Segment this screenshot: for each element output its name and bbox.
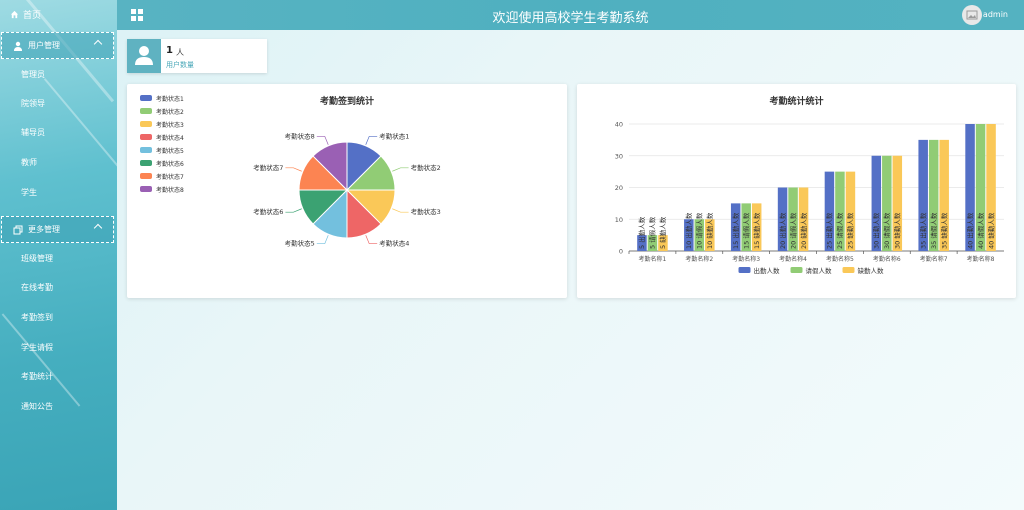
home-icon	[10, 10, 19, 18]
bar-data-label: 40 出勤人数	[965, 212, 974, 249]
x-tick-label: 考勤名称3	[732, 255, 760, 263]
sidebar: 首页 用户管理 管理员 院领导 辅导员 教师 学生 更多管理 班级管理 在线考勤…	[0, 0, 117, 510]
bar-data-label: 10 缺勤人数	[705, 212, 714, 249]
bar-data-label: 25 出勤人数	[825, 212, 834, 249]
pie-label-line	[365, 235, 378, 244]
bar-chart: 0102030405 出勤人数 5 请假人数 5 缺勤人数考勤名称110 出勤人数 1…	[615, 121, 1004, 275]
sidebar-item-college-leader[interactable]: 院领导	[21, 98, 45, 112]
bar-legend-swatch[interactable]	[842, 267, 855, 273]
y-tick-label: 40	[615, 121, 623, 129]
bar-data-label: 35 请假人数	[929, 212, 938, 249]
bar-legend-label[interactable]: 缺勤人数	[858, 266, 885, 275]
sidebar-item-label: 首页	[23, 10, 42, 21]
sidebar-item-student[interactable]: 学生	[21, 187, 37, 201]
bar-data-label: 10 出勤人数	[684, 212, 693, 249]
bar-data-label: 5 请假人数	[648, 216, 657, 249]
pie-slice-label: 考勤状态4	[379, 239, 409, 248]
sidebar-item-teacher[interactable]: 教师	[21, 157, 37, 171]
bar-data-label: 30 出勤人数	[872, 212, 881, 249]
image-icon	[966, 10, 978, 20]
x-tick-label: 考勤名称7	[920, 255, 948, 263]
sidebar-item-class-management[interactable]: 班级管理	[21, 253, 53, 267]
pie-slice-label: 考勤状态8	[285, 131, 315, 140]
sidebar-item-attendance-signin[interactable]: 考勤签到	[21, 312, 53, 326]
bar-data-label: 20 请假人数	[788, 212, 797, 249]
y-tick-label: 10	[615, 216, 623, 224]
x-tick-label: 考勤名称8	[967, 255, 995, 263]
pie-slice-label: 考勤状态1	[379, 131, 409, 140]
sidebar-group-label: 用户管理	[28, 41, 60, 50]
y-tick-label: 30	[615, 152, 623, 160]
pie-label-line	[392, 167, 409, 172]
pie-label-line	[316, 136, 329, 145]
user-count-card: 1 人 用户数量	[127, 39, 267, 73]
user-card-icon-box	[127, 39, 161, 73]
page-title: 欢迎使用高校学生考勤系统	[492, 11, 649, 26]
bar-data-label: 15 请假人数	[741, 212, 750, 249]
x-tick-label: 考勤名称4	[779, 255, 807, 263]
user-icon	[14, 41, 22, 51]
sidebar-item-notice[interactable]: 通知公告	[21, 401, 53, 415]
attendance-statistics-chart-panel: 考勤统计统计 0 10 20 30 40 5 出勤人数 5 请假人数 5 缺勤人数 考勤名称1 1…	[577, 84, 1016, 298]
bar-legend-swatch[interactable]	[738, 267, 751, 273]
pie-label-line	[285, 208, 302, 213]
pie-chart: 考勤状态1 考勤状态2 考勤状态3 考勤状态4 考勤状态5 考勤状态6 考勤状态7 考勤状态8	[253, 131, 441, 248]
bar-data-label: 40 缺勤人数	[986, 212, 995, 249]
sidebar-decoration	[43, 78, 117, 202]
sidebar-item-online-attendance[interactable]: 在线考勤	[21, 282, 53, 296]
chevron-up-icon	[93, 223, 103, 233]
x-tick-label: 考勤名称6	[873, 255, 901, 263]
pie-slice-label: 考勤状态6	[253, 207, 283, 216]
bar-legend-label[interactable]: 请假人数	[806, 266, 833, 275]
bar-data-label: 5 出勤人数	[637, 216, 646, 249]
avatar[interactable]	[962, 5, 982, 25]
user-name[interactable]: admin	[983, 10, 1008, 19]
sidebar-item-admin[interactable]: 管理员	[21, 69, 45, 83]
sidebar-group-more-management[interactable]: 更多管理	[1, 216, 114, 243]
chevron-up-icon	[93, 39, 103, 49]
pie-label-line	[285, 167, 302, 172]
bar-data-label: 25 请假人数	[835, 212, 844, 249]
bar-data-label: 20 缺勤人数	[799, 212, 808, 249]
pie-slice-label: 考勤状态7	[253, 163, 283, 172]
sidebar-group-user-management[interactable]: 用户管理	[1, 32, 114, 59]
pie-label-line	[392, 208, 409, 213]
pie-slice-label: 考勤状态5	[285, 239, 315, 248]
sidebar-decoration	[1, 313, 81, 407]
pie-label-line	[316, 235, 329, 244]
x-tick-label: 考勤名称2	[685, 255, 713, 263]
user-icon	[135, 46, 153, 65]
bar-data-label: 15 缺勤人数	[752, 212, 761, 249]
bar-data-label: 20 出勤人数	[778, 212, 787, 249]
y-tick-label: 20	[615, 184, 623, 192]
bar-data-label: 35 缺勤人数	[939, 212, 948, 249]
bar-legend-swatch[interactable]	[790, 267, 803, 273]
user-count-label: 用户数量	[166, 61, 194, 69]
user-count-unit: 人	[176, 48, 184, 57]
sidebar-group-label: 更多管理	[28, 225, 60, 234]
bar-data-label: 10 请假人数	[695, 212, 704, 249]
sidebar-item-student-leave[interactable]: 学生请假	[21, 342, 53, 356]
bar-legend-label[interactable]: 出勤人数	[754, 266, 781, 275]
copy-icon	[13, 225, 23, 234]
bar-data-label: 35 出勤人数	[918, 212, 927, 249]
x-tick-label: 考勤名称1	[639, 255, 667, 263]
bar-data-label: 30 请假人数	[882, 212, 891, 249]
sidebar-item-counselor[interactable]: 辅导员	[21, 127, 45, 141]
sidebar-item-home[interactable]: 首页	[10, 6, 41, 22]
pie-slice-label: 考勤状态2	[411, 163, 441, 172]
bar-data-label: 40 请假人数	[976, 212, 985, 249]
pie-label-line	[365, 136, 378, 145]
x-tick-label: 考勤名称5	[826, 255, 854, 263]
y-tick-label: 0	[619, 248, 623, 256]
bar-data-label: 30 缺勤人数	[893, 212, 902, 249]
attendance-signin-chart-panel: 考勤签到统计 考勤状态1 考勤状态2 考勤状态3 考勤状态4 考勤状态5 考勤状态6 考勤状…	[127, 84, 567, 298]
bar-data-label: 5 缺勤人数	[658, 216, 667, 249]
user-count-value: 1	[166, 45, 173, 56]
top-header: 欢迎使用高校学生考勤系统 admin	[117, 0, 1024, 30]
pie-slice-label: 考勤状态3	[411, 207, 441, 216]
bar-data-label: 25 缺勤人数	[846, 212, 855, 249]
bar-data-label: 15 出勤人数	[731, 212, 740, 249]
sidebar-item-attendance-statistics[interactable]: 考勤统计	[21, 371, 53, 385]
